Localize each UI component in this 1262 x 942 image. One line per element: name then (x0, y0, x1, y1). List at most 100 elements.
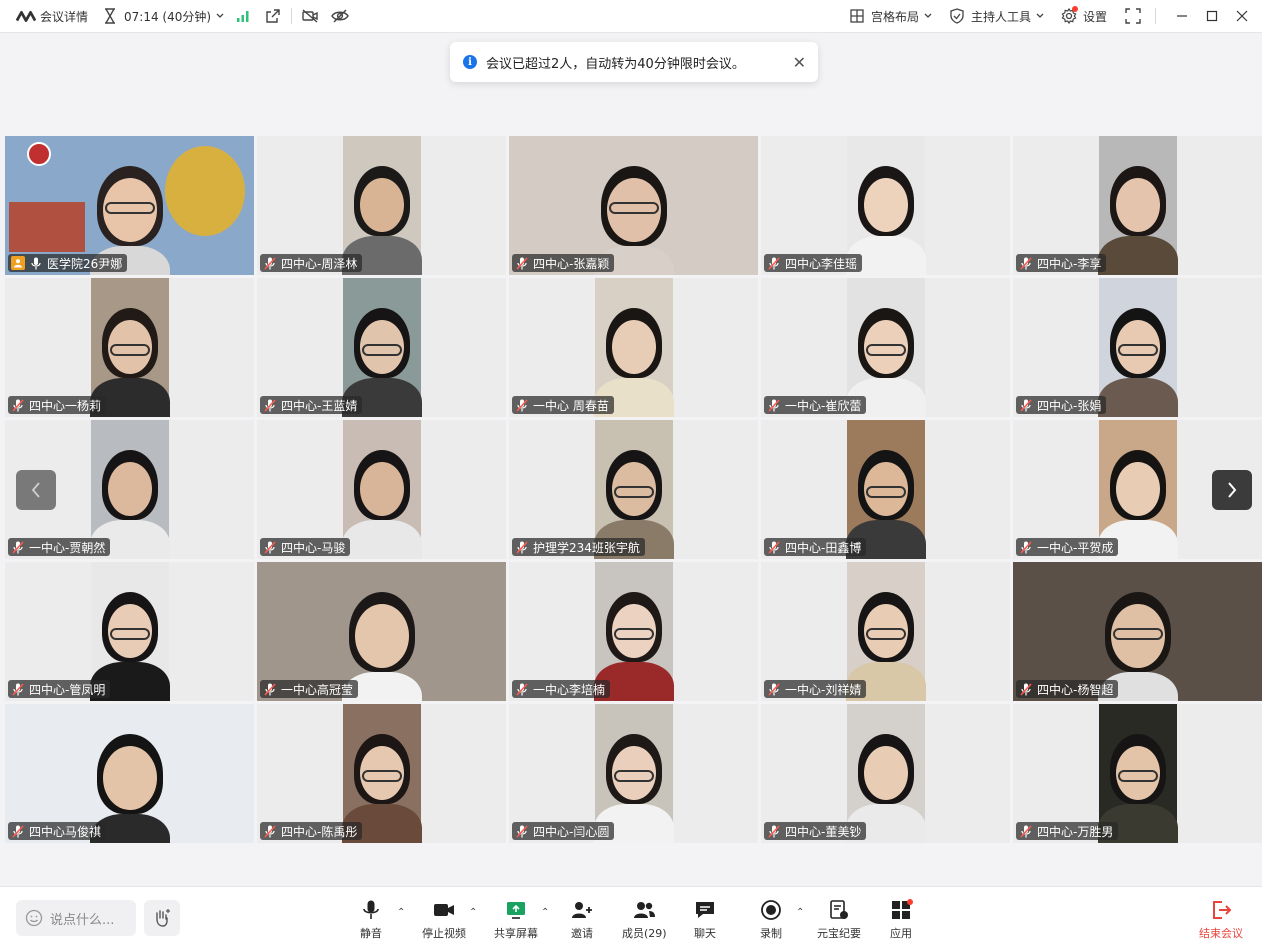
video-camera-icon (434, 904, 454, 916)
close-icon[interactable]: ✕ (793, 53, 806, 72)
participant-tile[interactable]: 一中心-刘祥婧 (761, 562, 1010, 701)
participant-name-bar: 四中心-闫心圆 (512, 822, 615, 840)
participant-glasses (104, 202, 155, 214)
participant-name-bar: 一中心-贾朝然 (8, 538, 111, 556)
microphone-muted-icon (263, 824, 277, 838)
participant-tile[interactable]: 四中心-管凤明 (5, 562, 254, 701)
previous-page-button[interactable] (16, 470, 56, 510)
eye-off-icon[interactable] (330, 6, 350, 26)
timer-text: 07:14 (40分钟) (124, 9, 212, 24)
members-button[interactable]: 成员(29) (622, 899, 667, 941)
record-icon (761, 900, 781, 920)
record-button[interactable]: 录制 (760, 899, 782, 941)
participant-name-bar: 一中心-平贺成 (1016, 538, 1119, 556)
meeting-timer[interactable]: 07:14 (40分钟) (100, 0, 225, 32)
record-options-caret[interactable]: ⌃ (796, 907, 804, 918)
participant-face (864, 746, 908, 800)
mute-button[interactable]: 静音 (360, 899, 382, 941)
microphone-muted-icon (11, 824, 25, 838)
participant-body (342, 520, 422, 559)
ai-minutes-label: 元宝纪要 (817, 927, 861, 940)
microphone-muted-icon (11, 398, 25, 412)
participant-tile[interactable]: 四中心-万胜男 (1013, 704, 1262, 843)
apps-notification-dot (907, 899, 913, 905)
participant-tile[interactable]: 医学院26尹娜 (5, 136, 254, 275)
participant-tile[interactable]: 四中心-李享 (1013, 136, 1262, 275)
share-options-caret[interactable]: ⌃ (541, 907, 549, 918)
participant-name-bar: 一中心-刘祥婧 (764, 680, 867, 698)
participant-name: 四中心-管凤明 (29, 682, 106, 697)
participant-tile[interactable]: 四中心-张嘉颖 (509, 136, 758, 275)
host-tools-label: 主持人工具 (970, 9, 1031, 24)
participant-tile[interactable]: 四中心一杨莉 (5, 278, 254, 417)
participant-tile[interactable]: 四中心-马骏 (257, 420, 506, 559)
participant-tile[interactable]: 护理学234班张宇航 (509, 420, 758, 559)
participant-tile[interactable]: 一中心高冠莹 (257, 562, 506, 701)
participant-name: 四中心-董美钞 (785, 824, 862, 839)
microphone-muted-icon (767, 682, 781, 696)
participant-video (1098, 278, 1178, 417)
participant-tile[interactable]: 四中心马俊祺 (5, 704, 254, 843)
participant-tile[interactable]: 四中心-杨智超 (1013, 562, 1262, 701)
participant-tile[interactable]: 四中心李佳瑶 (761, 136, 1010, 275)
participant-face (108, 462, 152, 516)
record-label: 录制 (760, 927, 782, 940)
microphone-muted-icon (767, 256, 781, 270)
settings-button[interactable]: 设置 (1059, 0, 1107, 32)
add-user-icon (572, 902, 592, 918)
layout-button[interactable]: 宫格布局 (847, 0, 933, 32)
participant-tile[interactable]: 四中心-闫心圆 (509, 704, 758, 843)
video-options-caret[interactable]: ⌃ (469, 907, 477, 918)
invite-label: 邀请 (571, 927, 593, 940)
video-grid: 医学院26尹娜 四中心-周泽林 四中心-张嘉颖 四中心李佳瑶 四中心-李享 四中心一杨莉四… (5, 136, 1262, 844)
chat-bubble-icon (696, 902, 714, 918)
participant-face (354, 604, 409, 668)
fullscreen-icon[interactable] (1123, 6, 1143, 26)
participant-name-bar: 四中心-管凤明 (8, 680, 111, 698)
quick-chat-input[interactable]: 说点什么... (16, 900, 136, 936)
participant-tile[interactable]: 四中心-王蓝婧 (257, 278, 506, 417)
end-meeting-button[interactable]: 结束会议 (1199, 899, 1243, 941)
host-tools-button[interactable]: 主持人工具 (947, 0, 1045, 32)
participant-face (612, 320, 656, 374)
participant-tile[interactable]: 四中心-田鑫博 (761, 420, 1010, 559)
video-off-icon[interactable] (300, 6, 320, 26)
stop-video-button[interactable]: 停止视频 (422, 899, 466, 941)
meeting-details-button[interactable]: 会议详情 (16, 0, 88, 32)
participant-tile[interactable]: 四中心-周泽林 (257, 136, 506, 275)
microphone-muted-icon (263, 682, 277, 696)
participant-name: 四中心-张嘉颖 (533, 256, 610, 271)
participant-body (1098, 236, 1178, 275)
participant-face (1116, 178, 1160, 232)
apps-button[interactable]: 应用 (890, 899, 913, 941)
raise-hand-button[interactable] (144, 900, 180, 936)
minimize-icon[interactable] (1170, 4, 1194, 28)
exit-icon (1213, 901, 1232, 919)
participant-tile[interactable]: 一中心-崔欣蕾 (761, 278, 1010, 417)
participant-tile[interactable]: 一中心 周春苗 (509, 278, 758, 417)
network-signal-icon[interactable] (233, 6, 253, 26)
chat-button[interactable]: 聊天 (694, 899, 716, 941)
grid-layout-icon (847, 6, 867, 26)
participant-tile[interactable]: 四中心-董美钞 (761, 704, 1010, 843)
microphone-muted-icon (515, 398, 529, 412)
share-screen-button[interactable]: 共享屏幕 (494, 899, 538, 941)
participant-name-bar: 四中心-董美钞 (764, 822, 867, 840)
participant-tile[interactable]: 四中心-张娟 (1013, 278, 1262, 417)
microphone-icon (363, 900, 379, 919)
mute-label: 静音 (360, 927, 382, 940)
participant-name: 四中心-杨智超 (1037, 682, 1114, 697)
participant-name-bar: 四中心-张娟 (1016, 396, 1107, 414)
mute-options-caret[interactable]: ⌃ (397, 907, 405, 918)
popout-icon[interactable] (263, 6, 283, 26)
invite-button[interactable]: 邀请 (570, 899, 594, 941)
ai-minutes-button[interactable]: 元宝纪要 (817, 899, 861, 941)
microphone-muted-icon (515, 824, 529, 838)
participant-tile[interactable]: 一中心李培楠 (509, 562, 758, 701)
microphone-on-icon (29, 256, 43, 270)
next-page-button[interactable] (1212, 470, 1252, 510)
maximize-icon[interactable] (1200, 4, 1224, 28)
participant-glasses (614, 628, 654, 640)
participant-tile[interactable]: 四中心-陈禹彤 (257, 704, 506, 843)
close-window-icon[interactable] (1230, 4, 1254, 28)
